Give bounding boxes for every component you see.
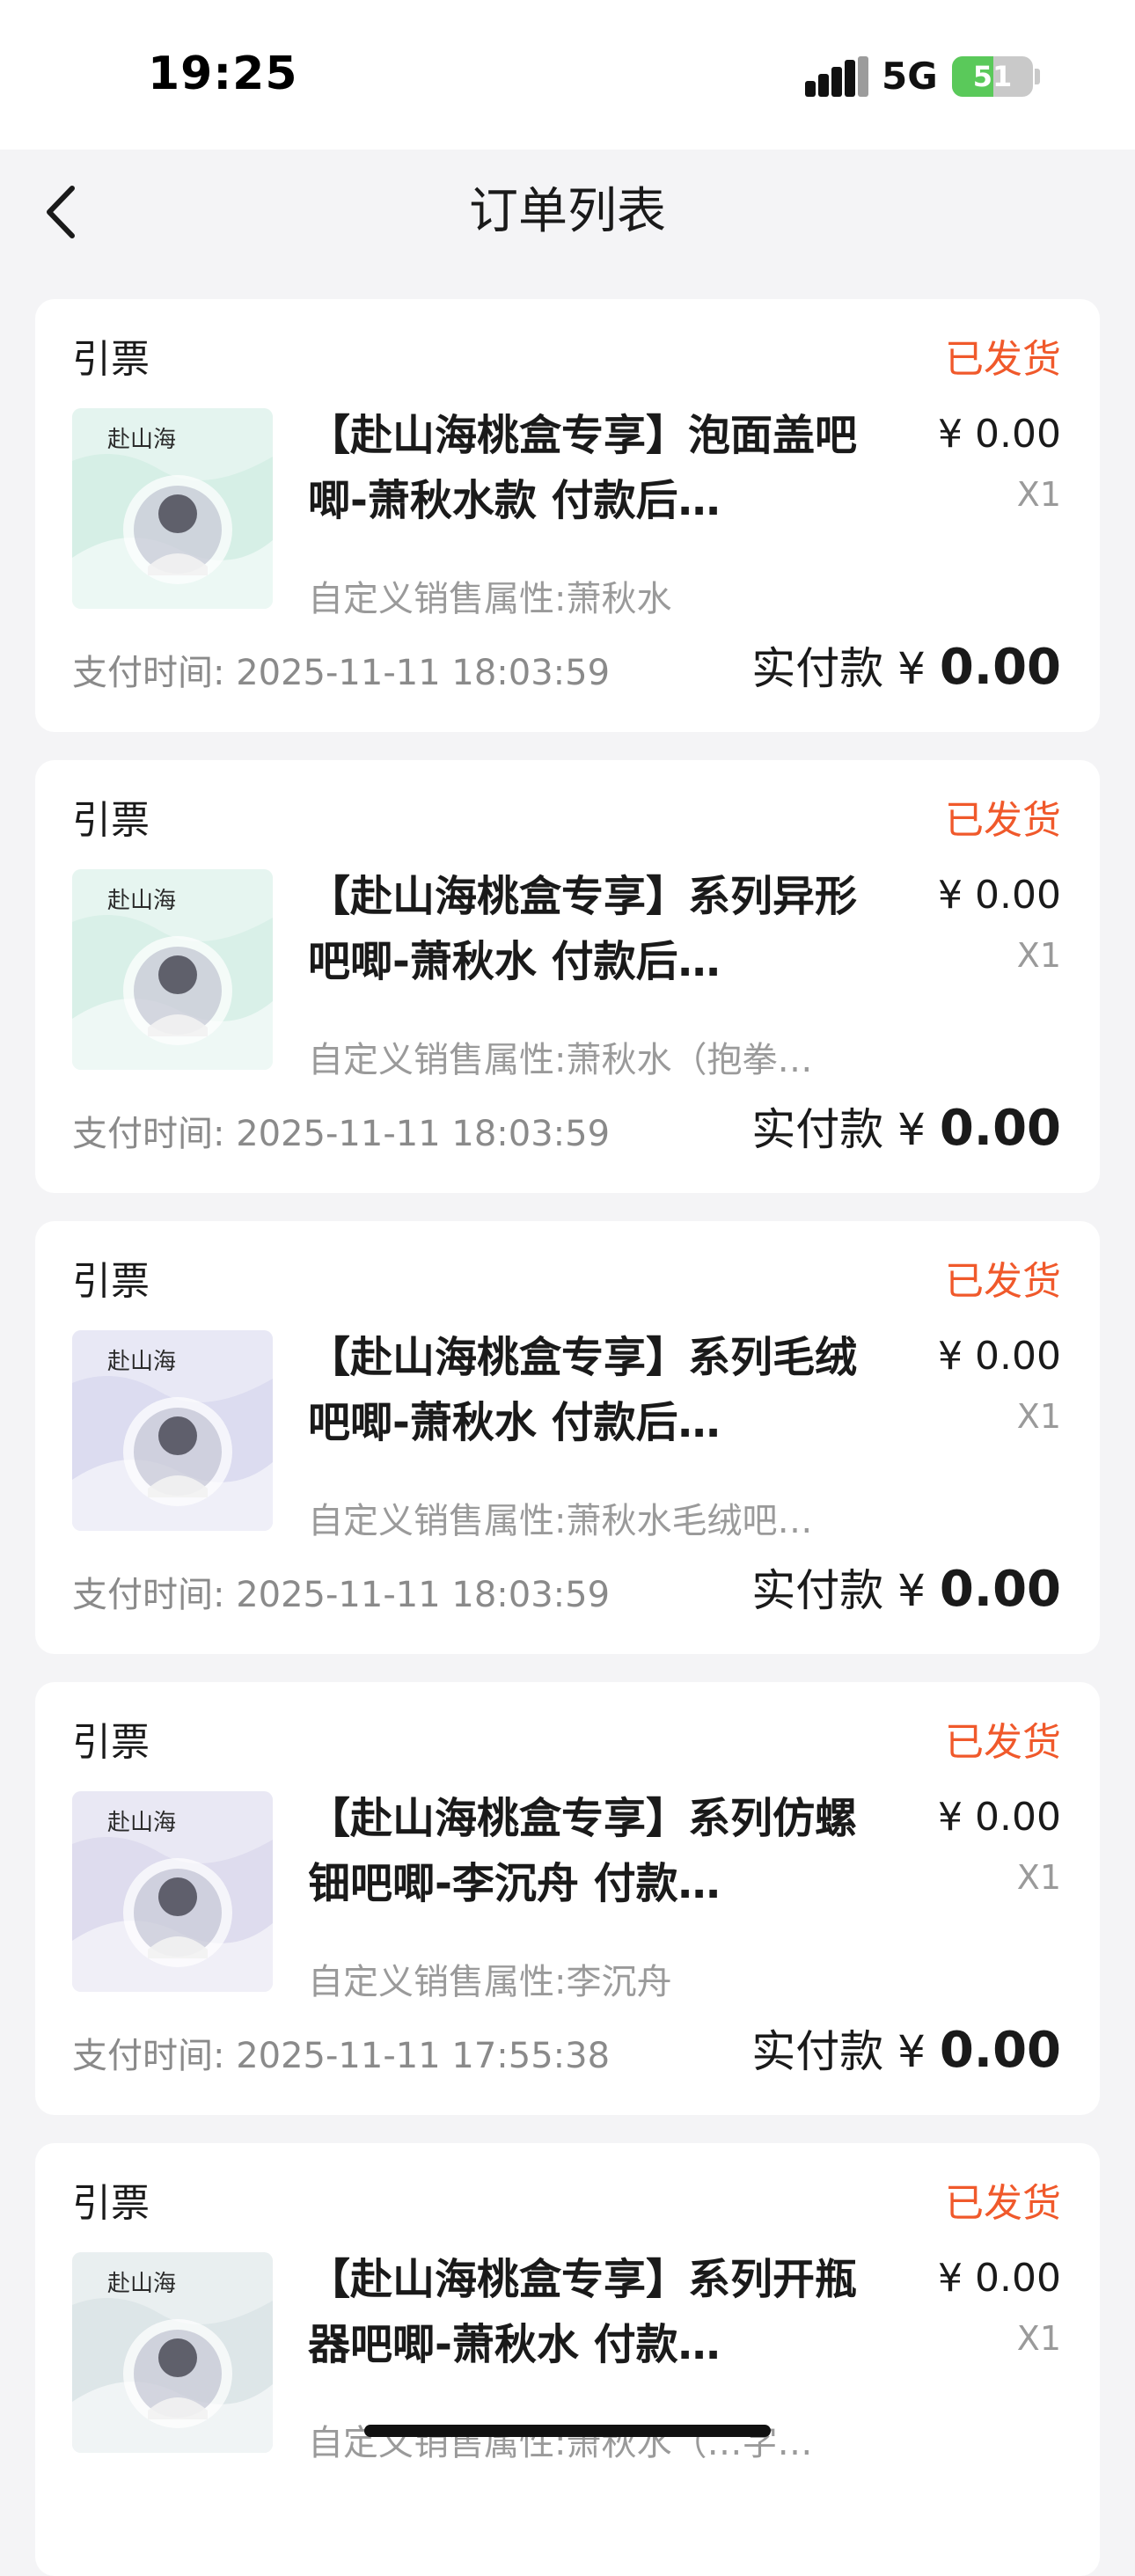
paid-label: 实付款 ¥ [751,2026,940,2077]
status-time: 19:25 [148,48,298,100]
battery-tip [1035,69,1040,84]
order-status: 已发货 [945,337,1061,382]
order-status: 已发货 [945,1720,1061,1765]
product-image: 赴山海 [72,1330,273,1531]
thumb-logo-text: 赴山海 [107,888,176,914]
thumb-logo-text: 赴山海 [107,1810,176,1836]
page-title: 订单列表 [469,183,666,240]
sale-attribute: 自定义销售属性:萧秋水（抱拳… [308,1040,813,1080]
quantity: X1 [1016,1858,1061,1897]
product-thumbnail[interactable]: 赴山海 [72,869,273,1070]
paid-amount: 实付款 ¥ 0.00 [751,2016,1061,2080]
product-name[interactable]: 【赴山海桃盒专享】系列开瓶器吧唧-萧秋水 付款… [308,2247,880,2377]
order-card[interactable]: 引票 已发货 赴山海 【赴山海桃盒专享】系列仿螺钿吧唧-李沉舟 付款… ¥ 0.… [35,1682,1100,2115]
merchant-name[interactable]: 引票 [72,327,150,384]
order-card[interactable]: 引票 已发货 赴山海 【赴山海桃盒专享】系列毛绒吧唧-萧秋水 付款后… ¥ 0.… [35,1221,1100,1654]
paid-amount: 实付款 ¥ 0.00 [751,1555,1061,1619]
pay-time: 支付时间: 2025-11-11 18:03:59 [72,653,611,693]
merchant-name[interactable]: 引票 [72,1249,150,1306]
battery-icon: 51 [952,56,1033,97]
unit-price: ¥ 0.00 [938,412,1061,457]
merchant-name[interactable]: 引票 [72,788,150,845]
paid-amount: 实付款 ¥ 0.00 [751,1094,1061,1158]
order-status: 已发货 [945,1259,1061,1304]
thumb-logo-text: 赴山海 [107,427,176,453]
pay-time: 支付时间: 2025-11-11 18:03:59 [72,1114,611,1154]
paid-value: 0.00 [939,639,1061,696]
unit-price: ¥ 0.00 [938,1795,1061,1840]
pay-time: 支付时间: 2025-11-11 17:55:38 [72,2036,611,2076]
order-status: 已发货 [945,2181,1061,2226]
product-thumbnail[interactable]: 赴山海 [72,1791,273,1992]
sale-attribute: 自定义销售属性:萧秋水（…字… [308,2423,813,2463]
paid-value: 0.00 [939,1100,1061,1157]
merchant-name[interactable]: 引票 [72,1710,150,1767]
battery-level: 51 [972,60,1013,93]
unit-price: ¥ 0.00 [938,2256,1061,2301]
home-indicator [364,2425,771,2437]
product-name[interactable]: 【赴山海桃盒专享】泡面盖吧唧-萧秋水款 付款后… [308,403,880,533]
quantity: X1 [1016,2319,1061,2358]
paid-value: 0.00 [939,2022,1061,2079]
product-thumbnail[interactable]: 赴山海 [72,2252,273,2453]
product-image: 赴山海 [72,408,273,609]
status-bar: 19:25 5G 51 订单列表 [0,0,1135,240]
network-type: 5G [882,55,938,98]
order-card[interactable]: 引票 已发货 赴山海 【赴山海桃盒专享】泡面盖吧唧-萧秋水款 付款后… ¥ 0.… [35,299,1100,732]
order-status: 已发货 [945,798,1061,843]
order-card[interactable]: 引票 已发货 赴山海 【赴山海桃盒专享】系列开瓶器吧唧-萧秋水 付款… ¥ 0.… [35,2143,1100,2576]
unit-price: ¥ 0.00 [938,1334,1061,1379]
paid-amount: 实付款 ¥ 0.00 [751,633,1061,697]
quantity: X1 [1016,475,1061,514]
paid-label: 实付款 ¥ [751,1104,940,1155]
paid-label: 实付款 ¥ [751,1565,940,1616]
product-thumbnail[interactable]: 赴山海 [72,1330,273,1531]
unit-price: ¥ 0.00 [938,873,1061,918]
product-image: 赴山海 [72,869,273,1070]
pay-time: 支付时间: 2025-11-11 18:03:59 [72,1575,611,1615]
product-name[interactable]: 【赴山海桃盒专享】系列异形吧唧-萧秋水 付款后… [308,864,880,994]
product-thumbnail[interactable]: 赴山海 [72,408,273,609]
order-card[interactable]: 引票 已发货 赴山海 【赴山海桃盒专享】系列异形吧唧-萧秋水 付款后… ¥ 0.… [35,760,1100,1193]
thumb-logo-text: 赴山海 [107,1349,176,1375]
product-image: 赴山海 [72,2252,273,2453]
product-name[interactable]: 【赴山海桃盒专享】系列毛绒吧唧-萧秋水 付款后… [308,1325,880,1455]
thumb-logo-text: 赴山海 [107,2271,176,2297]
product-name[interactable]: 【赴山海桃盒专享】系列仿螺钿吧唧-李沉舟 付款… [308,1786,880,1916]
sale-attribute: 自定义销售属性:李沉舟 [308,1962,672,2002]
quantity: X1 [1016,1397,1061,1436]
sale-attribute: 自定义销售属性:萧秋水毛绒吧… [308,1501,813,1541]
sale-attribute: 自定义销售属性:萧秋水 [308,579,672,619]
paid-label: 实付款 ¥ [751,643,940,694]
product-image: 赴山海 [72,1791,273,1992]
paid-value: 0.00 [939,1561,1061,1618]
quantity: X1 [1016,936,1061,975]
cellular-signal-icon [805,56,868,97]
merchant-name[interactable]: 引票 [72,2171,150,2228]
